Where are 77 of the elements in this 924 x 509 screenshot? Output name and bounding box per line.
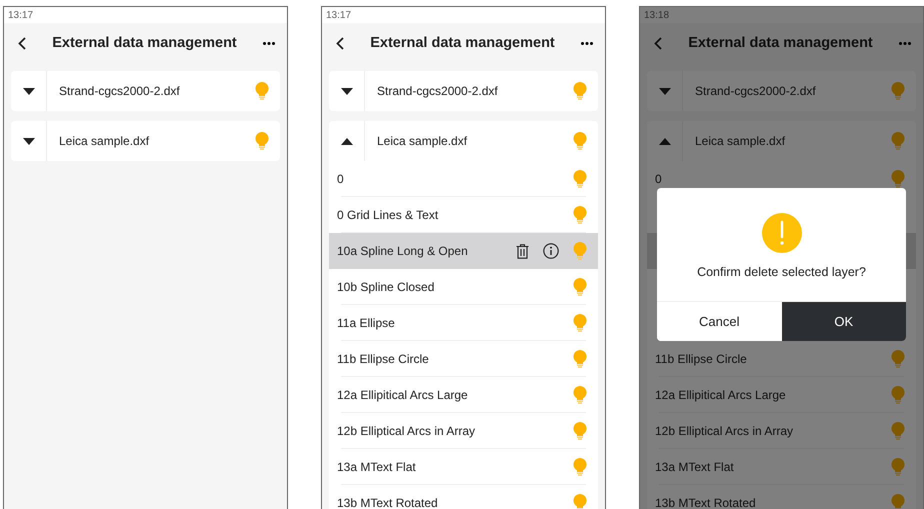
bulb-icon[interactable] <box>573 458 587 476</box>
bulb-icon[interactable] <box>891 386 905 404</box>
more-icon[interactable] <box>581 42 593 44</box>
bulb-icon[interactable] <box>255 132 269 150</box>
info-icon[interactable] <box>543 243 559 259</box>
file-name[interactable]: Strand-cgcs2000-2.dxf <box>47 84 255 98</box>
bulb-icon[interactable] <box>573 422 587 440</box>
screen-title: External data management <box>51 35 238 51</box>
status-time: 13:18 <box>644 10 670 20</box>
layer-name: 12a Ellipitical Arcs Large <box>337 388 469 402</box>
bulb-icon[interactable] <box>573 242 587 260</box>
layer-name: 0 Grid Lines & Text <box>337 208 440 222</box>
bulb-icon[interactable] <box>573 170 587 188</box>
status-time: 13:17 <box>326 10 352 20</box>
layer-name: 12a Ellipitical Arcs Large <box>655 388 787 402</box>
bulb-icon[interactable] <box>891 494 905 509</box>
bulb-icon[interactable] <box>573 386 587 404</box>
layer-name: 12b Elliptical Arcs in Array <box>337 424 476 438</box>
status-time: 13:17 <box>8 10 34 20</box>
layer-name: 13b MText Rotated <box>655 496 757 509</box>
layer-row[interactable]: 10a Spline Long & Open <box>329 233 598 269</box>
expand-triangle-icon[interactable] <box>22 88 34 94</box>
screen-title: External data management <box>369 35 556 51</box>
layer-row[interactable]: 12a Ellipitical Arcs Large <box>329 377 598 413</box>
file-name[interactable]: Leica sample.dxf <box>365 134 573 148</box>
bulb-icon[interactable] <box>573 350 587 368</box>
layer-name: 13b MText Rotated <box>337 496 439 509</box>
layer-row[interactable]: 13a MText Flat <box>329 449 598 485</box>
layer-name: 13a MText Flat <box>655 460 735 474</box>
layer-row[interactable]: 0 Grid Lines & Text <box>329 197 598 233</box>
layer-row[interactable]: 13a MText Flat <box>647 449 916 485</box>
layer-name: 11b Ellipse Circle <box>655 352 748 366</box>
layer-row[interactable]: 11a Ellipse <box>329 305 598 341</box>
back-icon[interactable] <box>18 36 26 50</box>
back-icon[interactable] <box>336 36 344 50</box>
layer-row[interactable]: 12a Ellipitical Arcs Large <box>647 377 916 413</box>
bulb-icon[interactable] <box>891 170 905 188</box>
more-icon[interactable] <box>263 42 275 44</box>
dialog-message: Confirm delete selected layer? <box>697 265 866 279</box>
bulb-icon[interactable] <box>573 82 587 100</box>
bulb-icon[interactable] <box>891 422 905 440</box>
expand-triangle-icon[interactable] <box>340 88 352 94</box>
ok-button[interactable]: OK <box>782 302 906 341</box>
layer-row[interactable]: 10b Spline Closed <box>329 269 598 305</box>
bulb-icon[interactable] <box>573 494 587 509</box>
layer-name: 0 <box>337 172 345 186</box>
layer-row[interactable]: 0 <box>329 161 598 197</box>
layer-row[interactable]: 11b Ellipse Circle <box>329 341 598 377</box>
bulb-icon[interactable] <box>573 206 587 224</box>
file-name[interactable]: Strand-cgcs2000-2.dxf <box>683 84 891 98</box>
layer-row[interactable]: 12b Elliptical Arcs in Array <box>329 413 598 449</box>
bulb-icon[interactable] <box>573 132 587 150</box>
bulb-icon[interactable] <box>891 132 905 150</box>
trash-icon[interactable] <box>516 244 529 258</box>
screen-title: External data management <box>687 35 874 51</box>
layer-name: 11a Ellipse <box>337 316 396 330</box>
layer-name: 11b Ellipse Circle <box>337 352 430 366</box>
layer-name: 13a MText Flat <box>337 460 417 474</box>
file-name[interactable]: Strand-cgcs2000-2.dxf <box>365 84 573 98</box>
expand-triangle-icon[interactable] <box>22 138 34 144</box>
bulb-icon[interactable] <box>573 314 587 332</box>
layer-row[interactable]: 0 <box>647 161 916 197</box>
layer-name: 12b Elliptical Arcs in Array <box>655 424 794 438</box>
layer-name: 0 <box>655 172 663 186</box>
layer-row[interactable]: 12b Elliptical Arcs in Array <box>647 413 916 449</box>
collapse-triangle-icon[interactable] <box>340 138 352 144</box>
layer-name: 10a Spline Long & Open <box>337 244 469 258</box>
bulb-icon[interactable] <box>255 82 269 100</box>
bulb-icon[interactable] <box>891 350 905 368</box>
warning-icon <box>762 213 802 253</box>
bulb-icon[interactable] <box>891 82 905 100</box>
file-name[interactable]: Leica sample.dxf <box>47 134 255 148</box>
file-name[interactable]: Leica sample.dxf <box>683 134 891 148</box>
bulb-icon[interactable] <box>891 458 905 476</box>
bulb-icon[interactable] <box>573 278 587 296</box>
layer-row[interactable]: 11b Ellipse Circle <box>647 341 916 377</box>
layer-name: 10b Spline Closed <box>337 280 436 294</box>
